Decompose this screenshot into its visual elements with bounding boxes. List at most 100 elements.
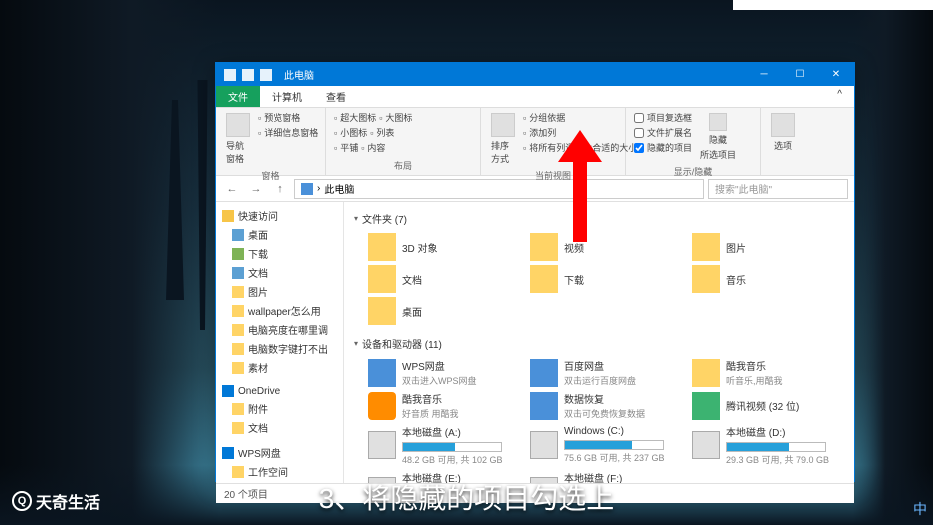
drive-icon xyxy=(530,431,558,459)
nav-pane-button[interactable]: 导航窗格 xyxy=(224,111,252,167)
checkbox-file-extensions[interactable]: 文件扩展名 xyxy=(634,126,692,139)
folder-icon xyxy=(232,324,244,336)
groupby-option[interactable]: ▫分组依据 xyxy=(523,111,637,124)
pc-icon xyxy=(301,183,313,195)
sidebar: 快速访问 桌面 下载 文档 图片 wallpaper怎么用 电脑亮度在哪里调 电… xyxy=(216,202,344,483)
drive-item[interactable]: 本地磁盘 (A:)48.2 GB 可用, 共 102 GB xyxy=(368,424,520,466)
tab-computer[interactable]: 计算机 xyxy=(260,86,314,107)
group-label: 显示/隐藏 xyxy=(634,163,752,178)
folder-item[interactable]: 图片 xyxy=(692,233,844,261)
sidebar-item[interactable]: 电脑亮度在哪里调 xyxy=(216,320,343,339)
ribbon: 导航窗格 ▫预览窗格 ▫详细信息窗格 窗格 ▫超大图标 ▫大图标 ▫小图标 ▫列… xyxy=(216,108,854,176)
window-title: 此电脑 xyxy=(280,67,746,82)
folder-icon xyxy=(232,466,244,478)
sidebar-item-pictures[interactable]: 图片 xyxy=(216,282,343,301)
group-label: 当前视图 xyxy=(489,167,617,182)
folder-icon xyxy=(692,233,720,261)
layout-option[interactable]: ▫平铺 ▫内容 xyxy=(334,141,412,154)
search-field[interactable]: 搜索"此电脑" xyxy=(708,179,848,199)
qat-icon[interactable] xyxy=(260,69,272,81)
folder-icon xyxy=(368,233,396,261)
minimize-button[interactable]: ─ xyxy=(746,63,782,86)
drive-item[interactable]: WPS网盘双击进入WPS网盘 xyxy=(368,358,520,387)
folder-icon xyxy=(232,286,244,298)
app-icon xyxy=(224,69,236,81)
hide-selected-button[interactable]: 隐藏所选项目 xyxy=(698,111,738,163)
tab-file[interactable]: 文件 xyxy=(216,86,260,107)
sidebar-quick-access[interactable]: 快速访问 xyxy=(216,206,343,225)
sidebar-item[interactable]: 素材 xyxy=(216,358,343,377)
chevron-down-icon: ▾ xyxy=(354,339,358,348)
group-label: 布局 xyxy=(334,157,472,172)
sidebar-wps[interactable]: WPS网盘 xyxy=(216,443,343,462)
cloud-icon xyxy=(222,385,234,397)
content-area: ▾文件夹 (7) 3D 对象视频图片文档下载音乐桌面 ▾设备和驱动器 (11) … xyxy=(344,202,854,483)
folder-icon xyxy=(368,297,396,325)
sidebar-item-documents[interactable]: 文档 xyxy=(216,263,343,282)
ribbon-tabs: 文件 计算机 查看 ^ xyxy=(216,86,854,108)
maximize-button[interactable]: ☐ xyxy=(782,63,818,86)
details-pane-option[interactable]: ▫详细信息窗格 xyxy=(258,126,318,139)
folder-icon xyxy=(232,305,244,317)
drive-item[interactable]: 数据恢复双击可免费恢复数据 xyxy=(530,391,682,420)
wallpaper-right xyxy=(853,0,933,525)
sort-button[interactable]: 排序方式 xyxy=(489,111,517,167)
titlebar[interactable]: 此电脑 ─ ☐ ✕ xyxy=(216,63,854,86)
brand-logo: Q天奇生活 xyxy=(12,489,100,513)
caption-text: 3、将隐藏的项目勾选上 xyxy=(0,477,933,517)
drive-icon xyxy=(692,431,720,459)
tab-view[interactable]: 查看 xyxy=(314,86,358,107)
layout-option[interactable]: ▫小图标 ▫列表 xyxy=(334,126,412,139)
folder-item[interactable]: 桌面 xyxy=(368,297,520,325)
autosize-option[interactable]: ▫将所有列调整为合适的大小 xyxy=(523,141,637,154)
download-icon xyxy=(232,248,244,260)
folder-icon xyxy=(692,265,720,293)
folder-item[interactable]: 3D 对象 xyxy=(368,233,520,261)
close-button[interactable]: ✕ xyxy=(818,63,854,86)
wallpaper-left xyxy=(0,0,220,525)
folder-item[interactable]: 下载 xyxy=(530,265,682,293)
desktop-icon xyxy=(232,229,244,241)
cloud-icon xyxy=(222,447,234,459)
drive-icon xyxy=(368,431,396,459)
section-folders[interactable]: ▾文件夹 (7) xyxy=(354,208,844,229)
drive-icon xyxy=(530,359,558,387)
explorer-window: 此电脑 ─ ☐ ✕ 文件 计算机 查看 ^ 导航窗格 ▫预览窗格 ▫详细信息窗格… xyxy=(215,62,855,482)
folder-icon xyxy=(232,403,244,415)
layout-option[interactable]: ▫超大图标 ▫大图标 xyxy=(334,111,412,124)
folder-item[interactable]: 文档 xyxy=(368,265,520,293)
drive-icon xyxy=(368,359,396,387)
group-label: 窗格 xyxy=(224,167,317,182)
addcol-option[interactable]: ▫添加列 xyxy=(523,126,637,139)
sidebar-item[interactable]: 电脑数字键打不出 xyxy=(216,339,343,358)
qat-icon[interactable] xyxy=(242,69,254,81)
folder-icon xyxy=(232,343,244,355)
sidebar-item[interactable]: 附件 xyxy=(216,399,343,418)
sidebar-item-downloads[interactable]: 下载 xyxy=(216,244,343,263)
drive-item[interactable]: 酷我音乐好音质 用酷我 xyxy=(368,391,520,420)
checkbox-hidden-items[interactable]: 隐藏的项目 xyxy=(634,141,692,154)
folder-item[interactable]: 音乐 xyxy=(692,265,844,293)
ime-indicator[interactable]: 中 xyxy=(913,499,927,519)
folder-icon xyxy=(368,265,396,293)
drive-item[interactable]: 腾讯视频 (32 位) xyxy=(692,391,844,420)
drive-icon xyxy=(368,392,396,420)
preview-pane-option[interactable]: ▫预览窗格 xyxy=(258,111,318,124)
sidebar-item[interactable]: wallpaper怎么用 xyxy=(216,301,343,320)
sidebar-item[interactable]: 文档 xyxy=(216,418,343,437)
chevron-down-icon: ▾ xyxy=(354,214,358,223)
top-bar-fragment xyxy=(733,0,933,10)
drive-item[interactable]: 本地磁盘 (D:)29.3 GB 可用, 共 79.0 GB xyxy=(692,424,844,466)
sidebar-onedrive[interactable]: OneDrive xyxy=(216,383,343,399)
star-icon xyxy=(222,210,234,222)
section-drives[interactable]: ▾设备和驱动器 (11) xyxy=(354,333,844,354)
checkbox-item-checkboxes[interactable]: 项目复选框 xyxy=(634,111,692,124)
folder-item[interactable]: 视频 xyxy=(530,233,682,261)
logo-icon: Q xyxy=(12,491,32,511)
ribbon-collapse-button[interactable]: ^ xyxy=(825,86,854,107)
drive-item[interactable]: 酷我音乐听音乐,用酷我 xyxy=(692,358,844,387)
sidebar-item-desktop[interactable]: 桌面 xyxy=(216,225,343,244)
options-button[interactable]: 选项 xyxy=(769,111,797,154)
drive-item[interactable]: Windows (C:)75.6 GB 可用, 共 237 GB xyxy=(530,424,682,466)
drive-item[interactable]: 百度网盘双击运行百度网盘 xyxy=(530,358,682,387)
